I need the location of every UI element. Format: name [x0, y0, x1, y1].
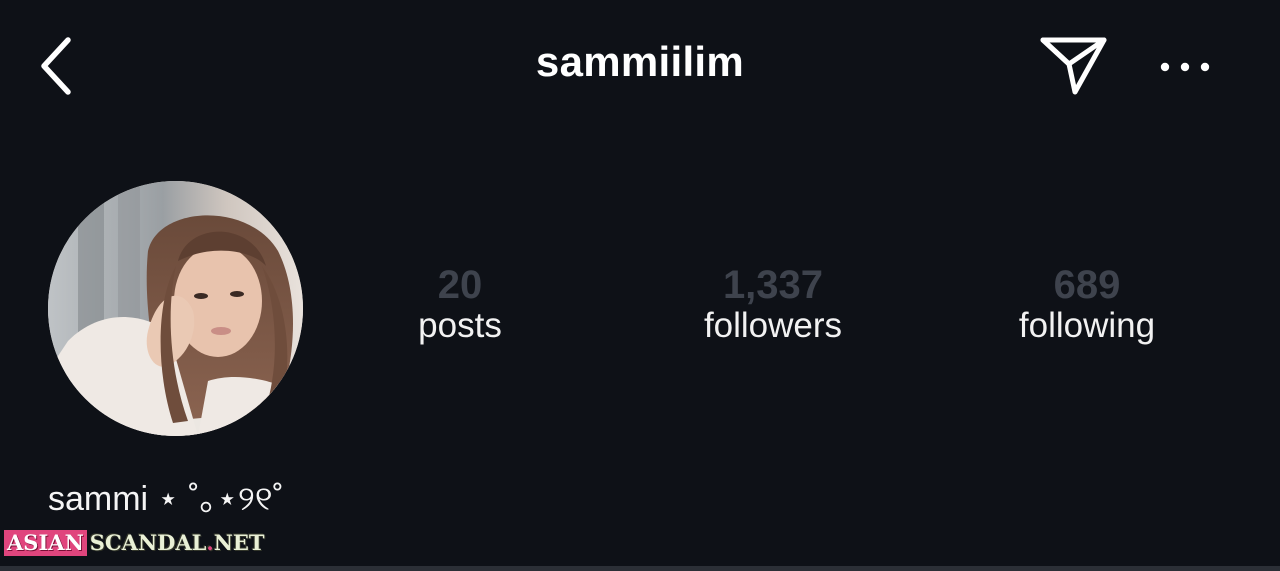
watermark-dot: . [206, 530, 214, 555]
posts-label: posts [418, 306, 502, 345]
profile-photo [48, 181, 303, 436]
more-horizontal-icon [1160, 62, 1210, 72]
watermark-part-2a: SCANDAL [89, 530, 207, 555]
following-count: 689 [1053, 263, 1121, 307]
avatar[interactable] [48, 181, 303, 436]
following-label: following [1018, 306, 1156, 345]
followers-label: followers [703, 306, 843, 345]
chevron-left-icon [41, 37, 71, 95]
posts-count: 20 [437, 263, 483, 307]
following-stat[interactable]: 689 following [957, 262, 1217, 348]
share-button[interactable] [1036, 32, 1112, 98]
watermark-part-2: SCANDAL.NET [87, 530, 268, 556]
profile-display-name: sammi ⋆ ˚｡⋆୨୧˚ [48, 480, 284, 518]
posts-stat[interactable]: 20 posts [330, 262, 590, 348]
page-title: sammiilim [535, 38, 745, 85]
followers-stat[interactable]: 1,337 followers [643, 262, 903, 348]
more-options-button[interactable] [1152, 42, 1218, 92]
paper-plane-icon [1040, 37, 1107, 95]
watermark: ASIAN SCANDAL.NET [4, 530, 268, 556]
back-button[interactable] [30, 30, 82, 102]
profile-screen: sammiilim 20 posts 1,337 followers 689 f… [0, 0, 1280, 571]
followers-count: 1,337 [722, 263, 824, 307]
watermark-part-1: ASIAN [4, 530, 87, 556]
watermark-part-2b: NET [213, 530, 265, 555]
bottom-divider [0, 566, 1280, 571]
